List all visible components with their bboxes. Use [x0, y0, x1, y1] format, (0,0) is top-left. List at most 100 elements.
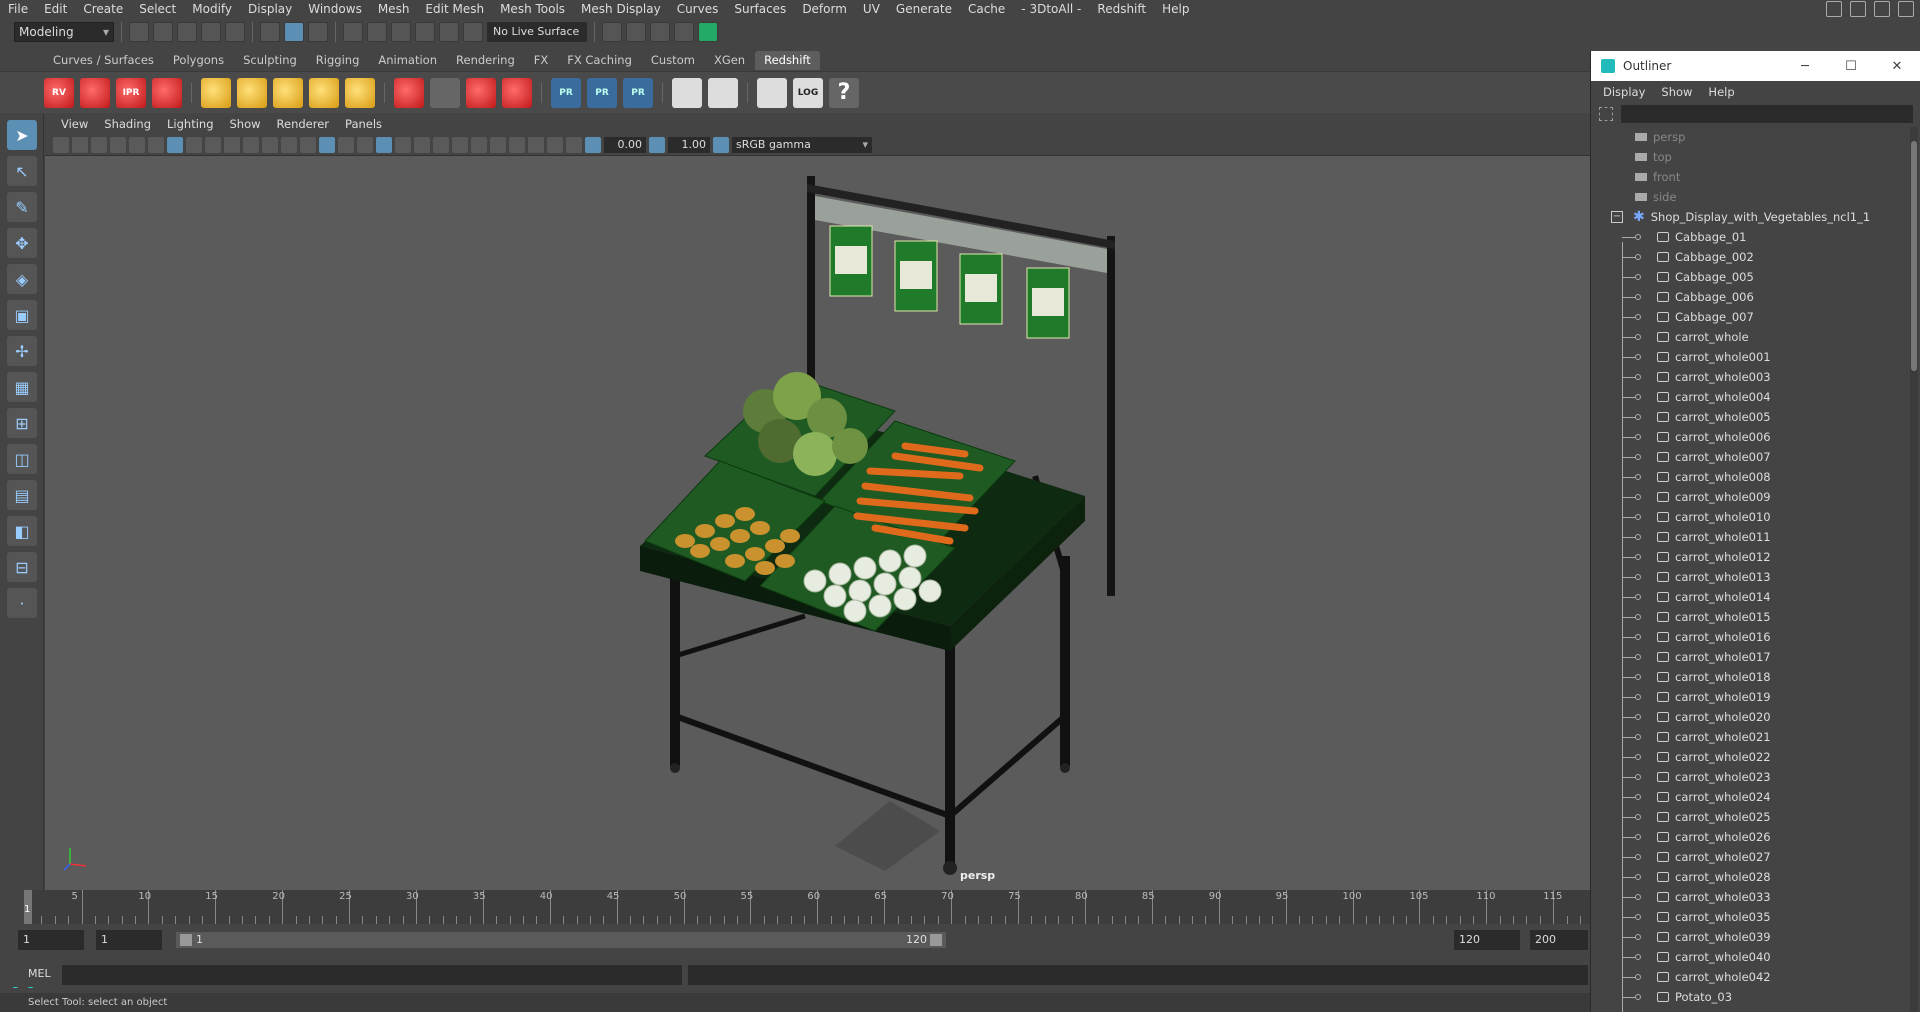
image-plane-icon[interactable] — [110, 136, 126, 153]
outliner-mesh-row[interactable]: carrot_whole017 — [1591, 647, 1909, 667]
film-gate-icon[interactable] — [186, 136, 202, 153]
safe-title-icon[interactable] — [281, 136, 297, 153]
visibility-button[interactable] — [708, 77, 738, 108]
outliner-scrollbar[interactable] — [1910, 127, 1918, 1012]
outliner-mesh-row[interactable]: carrot_whole001 — [1591, 347, 1909, 367]
outliner-mesh-row[interactable]: carrot_whole018 — [1591, 667, 1909, 687]
log-button[interactable]: LOG — [793, 77, 823, 108]
outliner-camera-row[interactable]: side — [1591, 187, 1909, 207]
outliner-mesh-row[interactable]: Cabbage_007 — [1591, 307, 1909, 327]
snap-surface-icon[interactable] — [439, 22, 459, 42]
smooth-shade-icon[interactable] — [319, 136, 335, 153]
area-light-button[interactable] — [201, 77, 231, 108]
gamma-icon[interactable] — [649, 136, 665, 153]
wireframe-icon[interactable] — [300, 136, 316, 153]
viewport-panel[interactable]: View Shading Lighting Show Renderer Panels 0.… — [45, 114, 1590, 890]
menu-set-select[interactable]: Modeling — [14, 22, 114, 42]
gamma-field[interactable]: 1.00 — [668, 136, 710, 153]
maximize-icon[interactable]: ☐ — [1828, 59, 1874, 74]
menu-item[interactable]: File — [0, 2, 36, 16]
outliner-camera-row[interactable]: front — [1591, 167, 1909, 187]
menu-item[interactable]: Deform — [794, 2, 855, 16]
shelf-tab[interactable]: Animation — [369, 51, 447, 70]
shelf-tab[interactable]: FX — [524, 51, 558, 70]
outliner-mesh-row[interactable]: carrot_whole009 — [1591, 487, 1909, 507]
outliner-mesh-row[interactable]: carrot_whole020 — [1591, 707, 1909, 727]
xray-components-icon[interactable] — [566, 136, 582, 153]
shelf-tab[interactable]: Rigging — [306, 51, 369, 70]
save-scene-icon[interactable] — [177, 22, 197, 42]
outliner-mesh-row[interactable]: carrot_whole028 — [1591, 867, 1909, 887]
outliner-menu-item[interactable]: Display — [1595, 85, 1653, 99]
outliner-mesh-row[interactable]: carrot_whole007 — [1591, 447, 1909, 467]
outliner-search-input[interactable] — [1621, 105, 1913, 123]
outliner-persp-icon[interactable]: ⊟ — [7, 552, 37, 582]
range-start-handle[interactable] — [180, 934, 192, 946]
shelf-tab[interactable]: XGen — [704, 51, 755, 70]
outliner-mesh-row[interactable]: carrot_whole026 — [1591, 827, 1909, 847]
pr-switch-button[interactable]: PR — [623, 77, 653, 108]
shelf-tab[interactable]: Polygons — [163, 51, 234, 70]
select-tool-icon[interactable]: ➤ — [7, 120, 37, 150]
xray-icon[interactable] — [528, 136, 544, 153]
menu-item[interactable]: Cache — [960, 2, 1013, 16]
outliner-mesh-row[interactable]: Cabbage_01 — [1591, 227, 1909, 247]
portal-light-button[interactable] — [237, 77, 267, 108]
outliner-mesh-row[interactable]: carrot_whole010 — [1591, 507, 1909, 527]
exposure-icon[interactable] — [585, 136, 601, 153]
object-properties-button[interactable] — [672, 77, 702, 108]
outliner-mesh-row[interactable]: carrot_whole015 — [1591, 607, 1909, 627]
outliner-menu-item[interactable]: Show — [1653, 85, 1700, 99]
panel-menu-item[interactable]: View — [53, 117, 96, 131]
outliner-mesh-row[interactable]: carrot_whole019 — [1591, 687, 1909, 707]
outliner-camera-row[interactable]: top — [1591, 147, 1909, 167]
redo-icon[interactable] — [225, 22, 245, 42]
outliner-mesh-row[interactable]: carrot_whole016 — [1591, 627, 1909, 647]
camera-attributes-icon[interactable] — [53, 136, 69, 153]
xray-joints-icon[interactable] — [547, 136, 563, 153]
menu-item[interactable]: Surfaces — [726, 2, 794, 16]
ies-light-button[interactable] — [273, 77, 303, 108]
pr-import-button[interactable]: PR — [587, 77, 617, 108]
outliner-mesh-row[interactable]: carrot_whole040 — [1591, 947, 1909, 967]
side-by-side-icon[interactable]: ◫ — [7, 444, 37, 474]
motion-blur-icon[interactable] — [452, 136, 468, 153]
material-button[interactable] — [502, 77, 532, 108]
snap-pivot-icon[interactable] — [463, 22, 483, 42]
view-transform-select[interactable]: sRGB gamma — [732, 136, 872, 153]
script-editor-button[interactable] — [757, 77, 787, 108]
live-surface-field[interactable]: No Live Surface — [487, 22, 587, 42]
outliner-mesh-row[interactable]: carrot_whole006 — [1591, 427, 1909, 447]
textured-icon[interactable] — [376, 136, 392, 153]
outliner-mesh-row[interactable]: carrot_whole022 — [1591, 747, 1909, 767]
outliner-mesh-row[interactable]: carrot_whole042 — [1591, 967, 1909, 987]
help-button[interactable]: ? — [829, 77, 859, 108]
sun-sky-button[interactable] — [345, 77, 375, 108]
panel-menu-item[interactable]: Panels — [337, 117, 390, 131]
channel-box-icon[interactable] — [1898, 1, 1914, 17]
minimize-icon[interactable]: ─ — [1782, 59, 1828, 74]
2d-pan-icon[interactable] — [129, 136, 145, 153]
toolbox-icon[interactable] — [1874, 1, 1890, 17]
outliner-mesh-row[interactable]: carrot_whole023 — [1591, 767, 1909, 787]
outliner-mesh-row[interactable]: carrot_whole025 — [1591, 807, 1909, 827]
screen-space-ao-icon[interactable] — [433, 136, 449, 153]
camera-tools-icon[interactable] — [72, 136, 88, 153]
grid-icon[interactable] — [167, 136, 183, 153]
outliner-camera-row[interactable]: persp — [1591, 127, 1909, 147]
use-all-lights-icon[interactable] — [395, 136, 411, 153]
move-tool-icon[interactable]: ✥ — [7, 228, 37, 258]
render-settings-icon[interactable] — [650, 22, 670, 42]
persp-outliner-icon[interactable]: ◧ — [7, 516, 37, 546]
open-scene-icon[interactable] — [153, 22, 173, 42]
menu-item[interactable]: Edit Mesh — [417, 2, 492, 16]
outliner-mesh-row[interactable]: carrot_whole021 — [1591, 727, 1909, 747]
menu-item[interactable]: Windows — [300, 2, 370, 16]
dome-light-button[interactable] — [309, 77, 339, 108]
menu-item[interactable]: Mesh Display — [573, 2, 669, 16]
single-pane-icon[interactable]: ▦ — [7, 372, 37, 402]
outliner-mesh-row[interactable]: carrot_whole014 — [1591, 587, 1909, 607]
redshift-ipr-button[interactable]: IPR — [116, 77, 146, 108]
menu-item[interactable]: - 3DtoAll - — [1013, 2, 1089, 16]
outliner-mesh-row[interactable]: carrot_whole008 — [1591, 467, 1909, 487]
